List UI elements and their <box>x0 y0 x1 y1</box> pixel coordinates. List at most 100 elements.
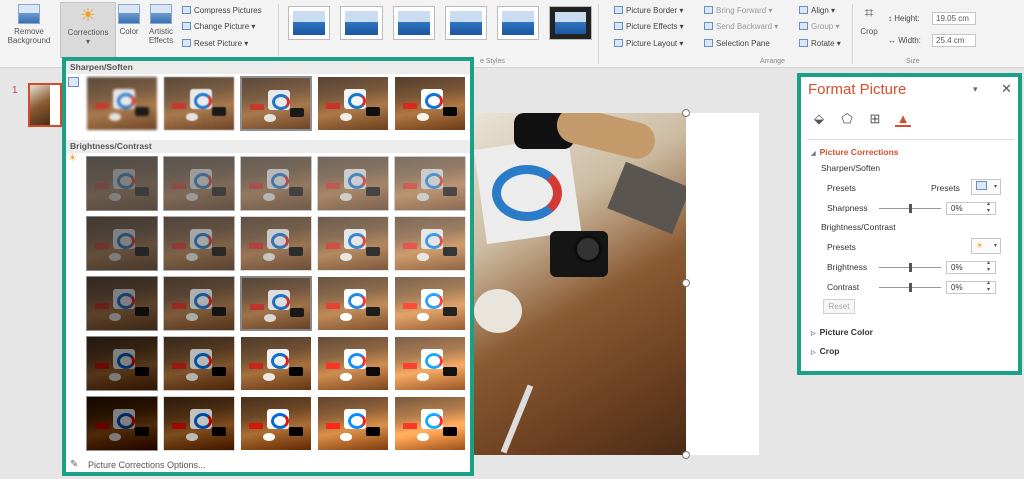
photo-logo <box>492 165 562 221</box>
align-button[interactable]: Align ▾ <box>799 5 835 16</box>
size-properties-tab-icon[interactable]: ⊞ <box>867 111 883 127</box>
brightness-preset-thumbnail[interactable] <box>163 276 235 331</box>
brightness-preset-thumbnail[interactable] <box>240 276 312 331</box>
brightness-preset-thumbnail[interactable] <box>163 156 235 211</box>
change-picture-button[interactable]: Change Picture ▾ <box>182 21 255 32</box>
slide-thumbnail[interactable] <box>28 83 62 127</box>
sharpness-slider[interactable] <box>879 204 941 213</box>
brightness-input[interactable]: 0% <box>946 260 996 274</box>
sharpness-input[interactable]: 0% <box>946 201 996 215</box>
group-button[interactable]: Group ▾ <box>799 21 839 32</box>
picture-style-3[interactable] <box>392 6 435 40</box>
crop-button[interactable]: ⌗ Crop <box>856 2 882 58</box>
brightness-preset-thumbnail[interactable] <box>86 276 158 331</box>
pane-options-icon[interactable]: ▾ <box>973 84 978 95</box>
picture-style-4[interactable] <box>444 6 488 40</box>
brightness-preset-thumbnail[interactable] <box>240 156 312 211</box>
contrast-slider[interactable] <box>879 283 941 292</box>
sharpen-soften-header: Sharpen/Soften <box>66 61 470 74</box>
brightness-slider[interactable] <box>879 263 941 272</box>
brightness-preset-thumbnail[interactable] <box>317 156 389 211</box>
reset-button[interactable]: Reset <box>823 299 855 314</box>
width-input[interactable]: 25.4 cm <box>932 34 976 47</box>
slider-thumb[interactable] <box>909 283 912 292</box>
corrections-gallery: Sharpen/Soften Brightness/Contrast ☀ ✎ P… <box>62 57 474 476</box>
brightness-preset-thumbnail[interactable] <box>86 156 158 211</box>
brightness-preset-thumbnail[interactable] <box>240 336 312 391</box>
brightness-preset-thumbnail[interactable] <box>317 396 389 451</box>
brightness-preset-thumbnail[interactable] <box>317 216 389 271</box>
effects-tab-icon[interactable]: ⬠ <box>839 111 855 127</box>
brightness-preset-thumbnail[interactable] <box>317 336 389 391</box>
sharpen-preset-thumbnail[interactable] <box>317 76 389 131</box>
color-icon <box>118 4 140 24</box>
height-icon: ↕ <box>888 14 892 23</box>
brightness-preset-thumbnail[interactable] <box>394 396 466 451</box>
brightness-preset-thumbnail[interactable] <box>86 336 158 391</box>
sharpen-icon <box>68 77 79 87</box>
brightness-preset-thumbnail[interactable] <box>394 276 466 331</box>
picture-style-1[interactable] <box>288 6 331 40</box>
remove-background-button[interactable]: Remove Background <box>2 2 56 58</box>
corrections-button[interactable]: ☀ Corrections ▾ <box>60 2 116 58</box>
picture-layout-icon <box>614 39 623 47</box>
resize-handle[interactable] <box>682 279 690 287</box>
brightness-preset-thumbnail[interactable] <box>240 396 312 451</box>
brightness-label: Brightness <box>827 262 868 272</box>
contrast-input[interactable]: 0% <box>946 280 996 294</box>
brightness-preset-thumbnail[interactable] <box>240 216 312 271</box>
reset-picture-button[interactable]: Reset Picture ▾ <box>182 38 248 49</box>
picture-tab-icon[interactable]: ▲ <box>895 111 911 127</box>
brightness-preset-thumbnail[interactable] <box>86 216 158 271</box>
resize-handle[interactable] <box>682 451 690 459</box>
close-icon[interactable]: ✕ <box>1001 81 1012 97</box>
sharpen-preset-thumbnail[interactable] <box>394 76 466 131</box>
brightness-preset-thumbnail[interactable] <box>394 156 466 211</box>
brightness-preset-thumbnail[interactable] <box>394 336 466 391</box>
brightness-preset-thumbnail[interactable] <box>317 276 389 331</box>
slider-thumb[interactable] <box>909 263 912 272</box>
sharpen-icon <box>976 181 987 190</box>
selection-pane-button[interactable]: Selection Pane <box>704 38 770 49</box>
crop-section[interactable]: ▷ Crop <box>811 346 839 356</box>
picture-corrections-section[interactable]: ◢ Picture Corrections <box>811 147 899 157</box>
color-button[interactable]: Color <box>116 2 142 58</box>
picture-styles-gallery <box>284 6 592 46</box>
send-backward-button[interactable]: Send Backward ▾ <box>704 21 778 32</box>
sharpen-preset-thumbnail[interactable] <box>86 76 158 131</box>
collapsed-triangle-icon: ▷ <box>811 350 816 356</box>
picture-style-6[interactable] <box>549 6 592 40</box>
send-backward-icon <box>704 22 713 30</box>
picture-border-button[interactable]: Picture Border ▾ <box>614 5 683 16</box>
sharpen-presets-dropdown[interactable]: ▾ <box>971 179 1001 195</box>
compress-pictures-button[interactable]: Compress Pictures <box>182 5 262 16</box>
brightness-preset-thumbnail[interactable] <box>86 396 158 451</box>
contrast-label: Contrast <box>827 282 860 292</box>
brightness-preset-thumbnail[interactable] <box>394 216 466 271</box>
picture-effects-button[interactable]: Picture Effects ▾ <box>614 21 684 32</box>
selected-picture[interactable] <box>474 113 686 455</box>
sharpen-preset-thumbnail[interactable] <box>240 76 312 131</box>
rotate-button[interactable]: Rotate ▾ <box>799 38 841 49</box>
slide-canvas[interactable] <box>474 109 759 459</box>
fill-line-tab-icon[interactable]: ⬙ <box>811 111 827 127</box>
picture-layout-button[interactable]: Picture Layout ▾ <box>614 38 683 49</box>
picture-corrections-options-link[interactable]: Picture Corrections Options... <box>88 460 206 470</box>
height-input[interactable]: 19.05 cm <box>932 12 976 25</box>
picture-style-2[interactable] <box>340 6 383 40</box>
bring-forward-button[interactable]: Bring Forward ▾ <box>704 5 773 16</box>
resize-handle[interactable] <box>682 109 690 117</box>
divider <box>598 4 599 64</box>
brightness-presets-dropdown[interactable]: ☀ ▾ <box>971 238 1001 254</box>
artistic-effects-button[interactable]: Artistic Effects <box>144 2 178 58</box>
brightness-preset-thumbnail[interactable] <box>163 336 235 391</box>
slider-thumb[interactable] <box>909 204 912 213</box>
sharpen-preset-thumbnail[interactable] <box>163 76 235 131</box>
size-group-label: Size <box>906 58 920 65</box>
brightness-preset-thumbnail[interactable] <box>163 216 235 271</box>
chevron-down-icon: ▾ <box>85 37 90 46</box>
picture-color-section[interactable]: ▷ Picture Color <box>811 327 873 337</box>
picture-style-5[interactable] <box>497 6 540 40</box>
slide-number: 1 <box>12 85 18 96</box>
brightness-preset-thumbnail[interactable] <box>163 396 235 451</box>
